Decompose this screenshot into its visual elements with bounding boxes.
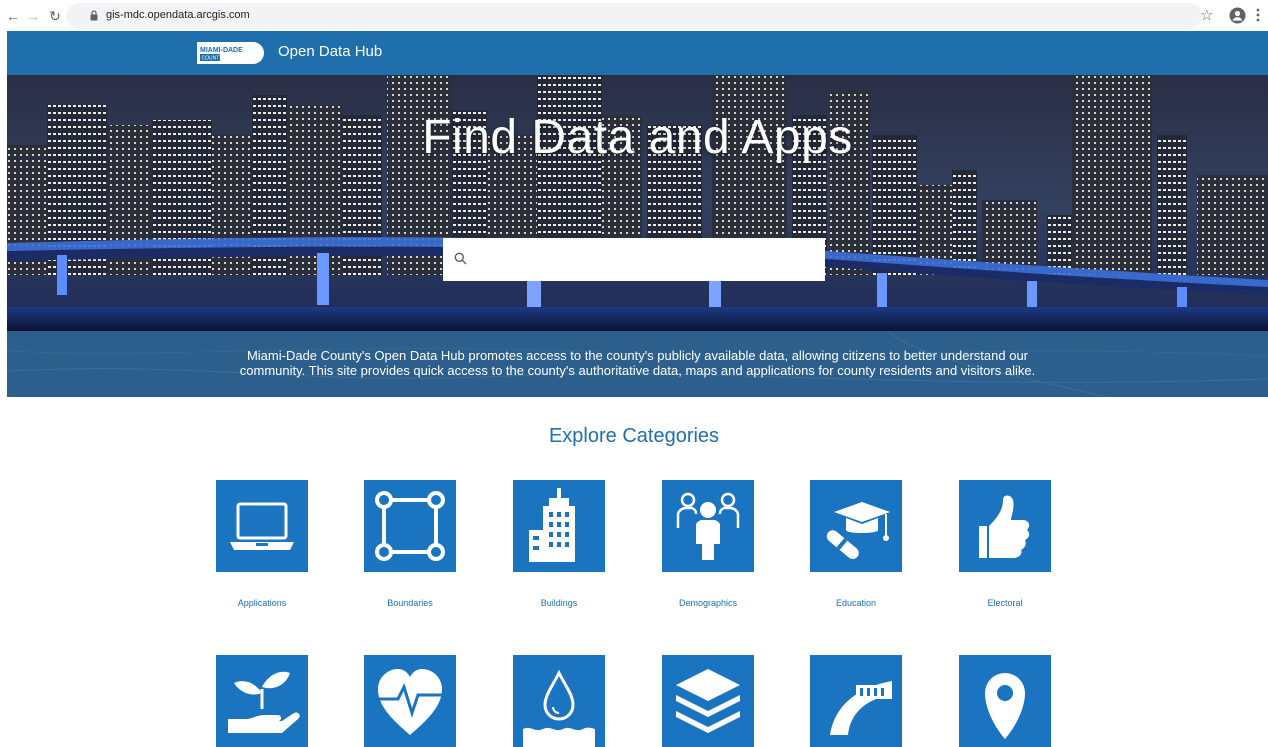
svg-text:MIAMI-DADE: MIAMI-DADE — [200, 47, 243, 54]
search-input[interactable] — [475, 238, 820, 281]
water-drop-icon — [523, 669, 595, 747]
category-label-boundaries[interactable]: Boundaries — [345, 598, 475, 608]
site-header: MIAMI-DADE COUNTY Open Data Hub — [7, 31, 1268, 75]
lock-icon — [90, 10, 98, 21]
category-tile-basemaps[interactable] — [662, 655, 754, 747]
account-icon[interactable] — [1229, 7, 1246, 24]
category-label-applications[interactable]: Applications — [197, 598, 327, 608]
category-tile-demographics[interactable] — [662, 480, 754, 572]
category-tile-education[interactable] — [810, 480, 902, 572]
category-label-electoral[interactable]: Electoral — [940, 598, 1070, 608]
category-label-buildings[interactable]: Buildings — [494, 598, 624, 608]
miami-dade-logo[interactable]: MIAMI-DADE COUNTY — [197, 39, 267, 67]
category-tile-applications[interactable] — [216, 480, 308, 572]
explore-categories-heading: Explore Categories — [548, 425, 720, 447]
svg-text:COUNTY: COUNTY — [202, 56, 224, 62]
people-icon — [676, 492, 740, 560]
hero-banner: Find Data and Apps — [7, 75, 1268, 331]
category-tile-health[interactable] — [364, 655, 456, 747]
category-label-demographics[interactable]: Demographics — [643, 598, 773, 608]
category-tile-boundaries[interactable] — [364, 480, 456, 572]
building-icon — [529, 488, 575, 562]
reload-icon[interactable]: ↻ — [46, 7, 64, 25]
more-vertical-icon[interactable] — [1256, 8, 1260, 22]
thumbs-up-icon — [979, 495, 1030, 558]
graduation-cap-icon — [826, 502, 890, 559]
category-tile-locations[interactable] — [959, 655, 1051, 747]
browser-toolbar: ← → ↻ gis-mdc.opendata.arcgis.com ☆ — [0, 0, 1268, 31]
category-tile-buildings[interactable] — [513, 480, 605, 572]
heart-pulse-icon — [370, 669, 450, 735]
hero-title: Find Data and Apps — [422, 111, 853, 164]
site-title[interactable]: Open Data Hub — [278, 43, 382, 60]
description-line-1: Miami-Dade County's Open Data Hub promot… — [246, 348, 1029, 363]
search-box[interactable] — [443, 238, 825, 281]
map-pin-icon — [985, 673, 1025, 739]
address-bar[interactable]: gis-mdc.opendata.arcgis.com — [66, 3, 1202, 29]
category-label-education[interactable]: Education — [791, 598, 921, 608]
description-line-2: community. This site provides quick acce… — [239, 363, 1036, 378]
description-band: Miami-Dade County's Open Data Hub promot… — [7, 331, 1268, 397]
road-icon — [830, 681, 892, 735]
category-tile-transportation[interactable] — [810, 655, 902, 747]
forward-arrow-icon[interactable]: → — [24, 7, 42, 25]
hub-description: Miami-Dade County's Open Data Hub promot… — [7, 348, 1268, 378]
boundary-square-icon — [375, 491, 445, 561]
category-tile-electoral[interactable] — [959, 480, 1051, 572]
category-tile-environment[interactable] — [216, 655, 308, 747]
layers-icon — [676, 669, 740, 733]
search-icon — [454, 252, 467, 265]
category-tile-water[interactable] — [513, 655, 605, 747]
url-text: gis-mdc.opendata.arcgis.com — [106, 9, 250, 21]
laptop-icon — [230, 502, 294, 550]
bookmark-star-icon[interactable]: ☆ — [1200, 6, 1213, 24]
back-arrow-icon[interactable]: ← — [4, 7, 22, 25]
plant-in-hand-icon — [228, 671, 300, 733]
